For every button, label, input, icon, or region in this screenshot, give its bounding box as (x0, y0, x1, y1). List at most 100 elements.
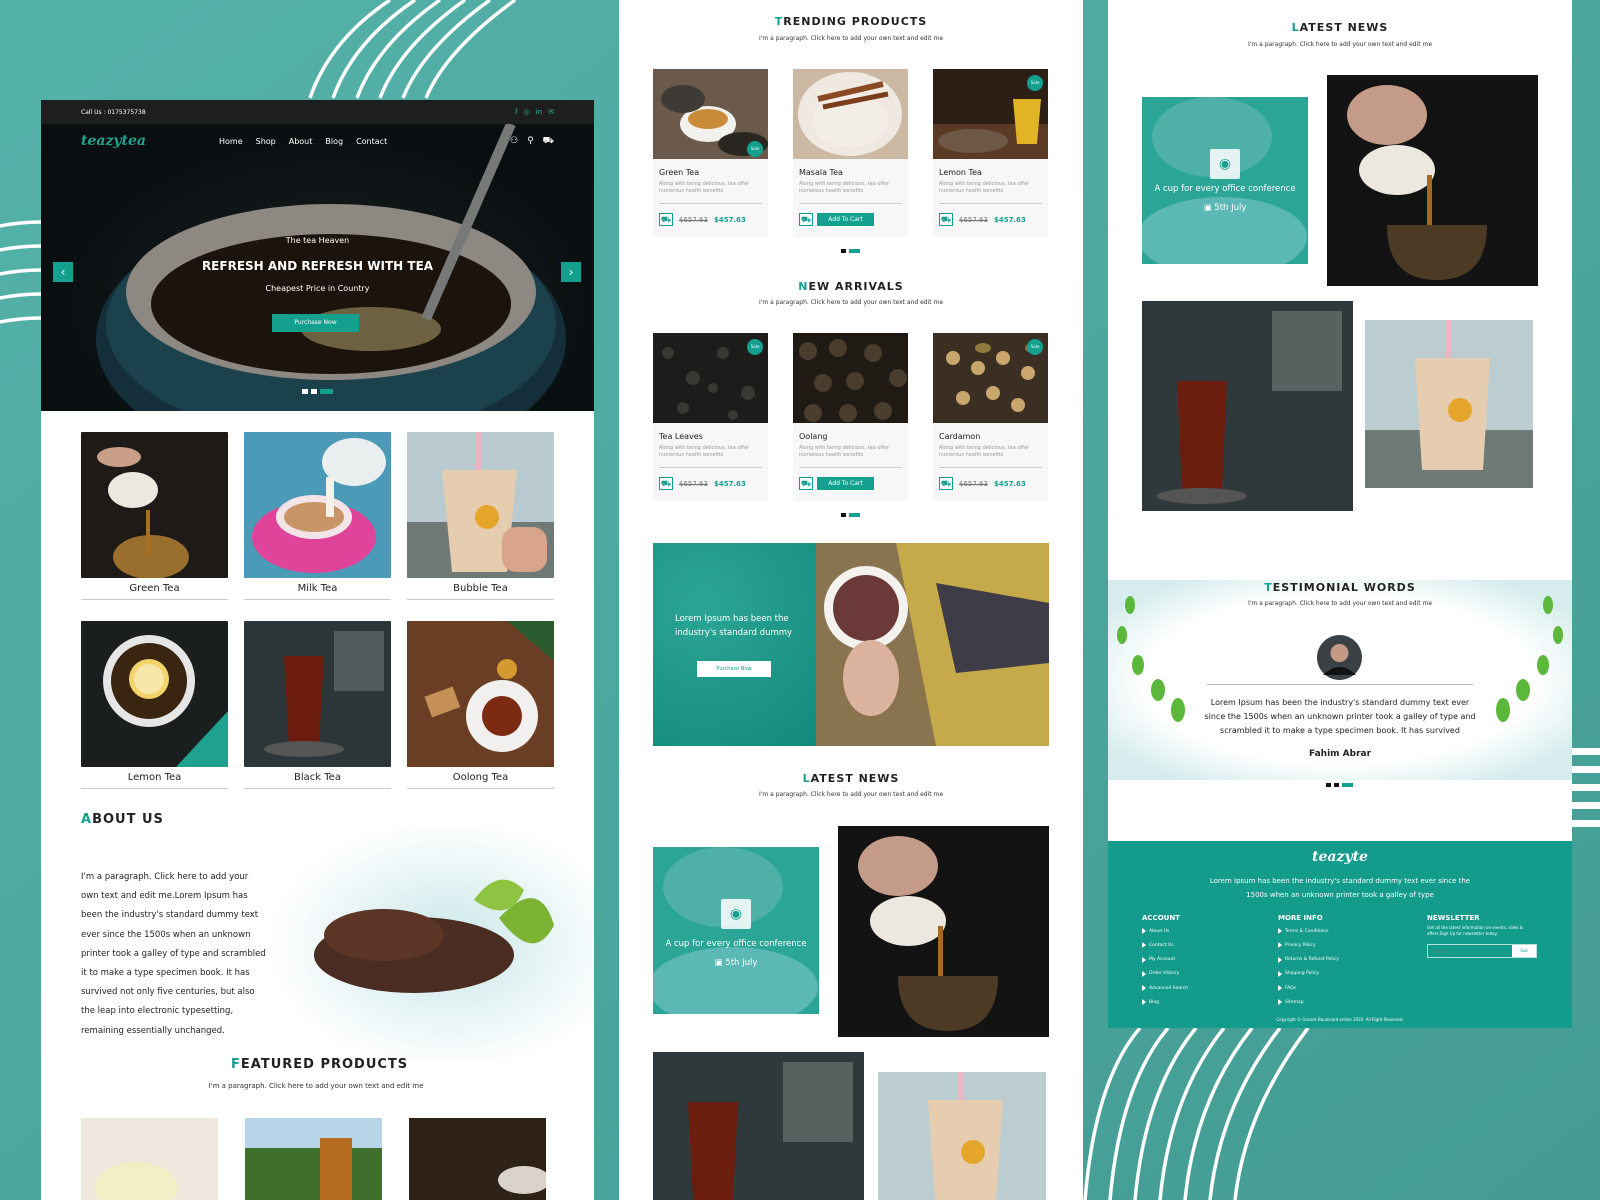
bubble-tea-image (407, 432, 554, 578)
testimonial-divider (1207, 684, 1473, 685)
lemon-tea-image (81, 621, 228, 767)
footer-more-title: MORE INFO (1278, 914, 1323, 922)
product-card[interactable]: Oolang Along with being delicious, tea o… (793, 333, 908, 501)
featured-product-image (245, 1118, 382, 1200)
product-card[interactable]: Masala Tea Along with being delicious, t… (793, 69, 908, 237)
news-card[interactable]: ◉ A cup for every office conference ▣ 5t… (1142, 97, 1308, 264)
instagram-icon[interactable]: ◎ (524, 108, 530, 116)
about-title: ABOUT US (81, 812, 164, 827)
product-description: Along with being delicious, tea offer nu… (799, 445, 902, 468)
bubble-tea-news-image (878, 1072, 1046, 1200)
news-card-image (653, 847, 819, 1014)
cart-icon[interactable]: ⛟ (939, 477, 953, 490)
featured-subtitle: I'm a paragraph. Click here to add your … (208, 1082, 424, 1090)
newsletter-subscribe-button[interactable]: Sub (1512, 945, 1536, 957)
shop-page-panel: TRENDING PRODUCTS I'm a paragraph. Click… (619, 0, 1083, 1200)
carousel-dots[interactable] (841, 249, 860, 253)
pouring-tea-image (838, 826, 1049, 1037)
add-to-cart-button[interactable]: Add To Cart (817, 477, 874, 490)
featured-product-image (409, 1118, 546, 1200)
category-card[interactable]: Oolong Tea (407, 621, 554, 791)
featured-title: FEATURED PRODUCTS (231, 1057, 409, 1072)
blog-page-panel: LATEST NEWS I'm a paragraph. Click here … (1108, 0, 1572, 1028)
nav-blog[interactable]: Blog (325, 137, 343, 146)
footer-link[interactable]: Terms & Conditions (1278, 928, 1339, 934)
footer-more-info-column: MORE INFO Terms & Conditions Privacy Pol… (1278, 914, 1339, 1014)
footer-link[interactable]: Contact Us (1142, 942, 1188, 948)
category-card[interactable]: Bubble Tea (407, 432, 554, 602)
promo-purchase-button[interactable]: Purchase Now (697, 661, 771, 677)
new-price: $457.63 (713, 479, 746, 488)
next-slide-button[interactable]: › (561, 262, 581, 282)
footer-link[interactable]: Order History (1142, 971, 1188, 977)
nav-home[interactable]: Home (219, 137, 243, 146)
footer-link[interactable]: Blog (1142, 999, 1188, 1005)
linkedin-icon[interactable]: in (536, 108, 542, 116)
nav-about[interactable]: About (289, 137, 313, 146)
cart-icon[interactable]: ⛟ (543, 136, 554, 147)
oolong-tea-image (407, 621, 554, 767)
nav-shop[interactable]: Shop (256, 137, 276, 146)
eye-icon[interactable]: ◉ (721, 899, 751, 929)
news-card-date: ▣ 5th July (714, 958, 758, 968)
add-to-cart-button[interactable]: Add To Cart (817, 213, 874, 226)
testimonial-dots[interactable] (1326, 783, 1353, 787)
purchase-now-button[interactable]: Purchase Now (272, 314, 359, 332)
category-card[interactable]: Milk Tea (244, 432, 391, 602)
product-name: Masala Tea (799, 168, 843, 177)
new-arrivals-subtitle: I'm a paragraph. Click here to add your … (758, 299, 944, 306)
old-price: $657.63 (959, 215, 988, 224)
news-card-image (1142, 97, 1308, 264)
footer-link[interactable]: My Account (1142, 957, 1188, 963)
footer-link[interactable]: Privacy Policy (1278, 942, 1339, 948)
footer-link[interactable]: Returns & Refund Policy (1278, 957, 1339, 963)
sale-badge: Sale (747, 339, 763, 355)
product-name: Cardamon (939, 432, 981, 441)
cart-icon[interactable]: ⛟ (659, 213, 673, 226)
footer-logo[interactable]: teazyte (1108, 849, 1572, 865)
news-card[interactable]: ◉ A cup for every office conference ▣ 5t… (653, 847, 819, 1014)
product-name: Lemon Tea (939, 168, 982, 177)
footer-link[interactable]: FAQs (1278, 985, 1339, 991)
pouring-tea-image (1327, 75, 1538, 286)
footer-copyright: Copyright © Grands Boulevard online 2020… (1276, 1017, 1404, 1022)
footer-link[interactable]: About Us (1142, 928, 1188, 934)
product-description: Along with being delicious, tea offer nu… (659, 445, 762, 468)
product-name: Green Tea (659, 168, 700, 177)
category-card[interactable]: Lemon Tea (81, 621, 228, 791)
category-label: Oolong Tea (407, 772, 554, 789)
cart-icon[interactable]: ⛟ (799, 477, 813, 490)
product-description: Along with being delicious, tea offer nu… (659, 181, 762, 204)
newsletter-email-input[interactable] (1428, 945, 1512, 957)
slider-dots[interactable] (302, 389, 333, 394)
product-card[interactable]: Sale Tea Leaves Along with being delicio… (653, 333, 768, 501)
latest-news-subtitle: I'm a paragraph. Click here to add your … (758, 791, 944, 798)
category-card[interactable]: Green Tea (81, 432, 228, 602)
footer-link[interactable]: Shipping Policy (1278, 971, 1339, 977)
category-label: Milk Tea (244, 583, 391, 600)
cart-icon[interactable]: ⛟ (799, 213, 813, 226)
product-card[interactable]: Sale Lemon Tea Along with being deliciou… (933, 69, 1048, 237)
cart-icon[interactable]: ⛟ (659, 477, 673, 490)
eye-icon[interactable]: ◉ (1210, 149, 1240, 179)
user-icon[interactable]: ⚇ (510, 136, 518, 147)
facebook-icon[interactable]: f (515, 108, 517, 116)
product-card[interactable]: Sale Green Tea Along with being deliciou… (653, 69, 768, 237)
mail-icon[interactable]: ✉ (548, 108, 554, 116)
main-nav: teazytea Home Shop About Blog Contact ⚇ … (41, 124, 594, 158)
logo[interactable]: teazytea (81, 133, 146, 149)
footer-link[interactable]: Advanced Search (1142, 985, 1188, 991)
category-label: Green Tea (81, 583, 228, 600)
avatar (1317, 635, 1362, 680)
prev-slide-button[interactable]: ‹ (53, 262, 73, 282)
footer-newsletter-column: NEWSLETTER Get all the latest informatio… (1427, 914, 1537, 958)
carousel-dots[interactable] (841, 513, 860, 517)
site-footer: teazyte Lorem Ipsum has been the industr… (1108, 841, 1572, 1028)
category-label: Lemon Tea (81, 772, 228, 789)
product-card[interactable]: Sale Cardamon Along with being delicious… (933, 333, 1048, 501)
category-card[interactable]: Black Tea (244, 621, 391, 791)
nav-contact[interactable]: Contact (356, 137, 387, 146)
footer-link[interactable]: Sitemap (1278, 999, 1339, 1005)
search-icon[interactable]: ⚲ (527, 136, 534, 147)
cart-icon[interactable]: ⛟ (939, 213, 953, 226)
